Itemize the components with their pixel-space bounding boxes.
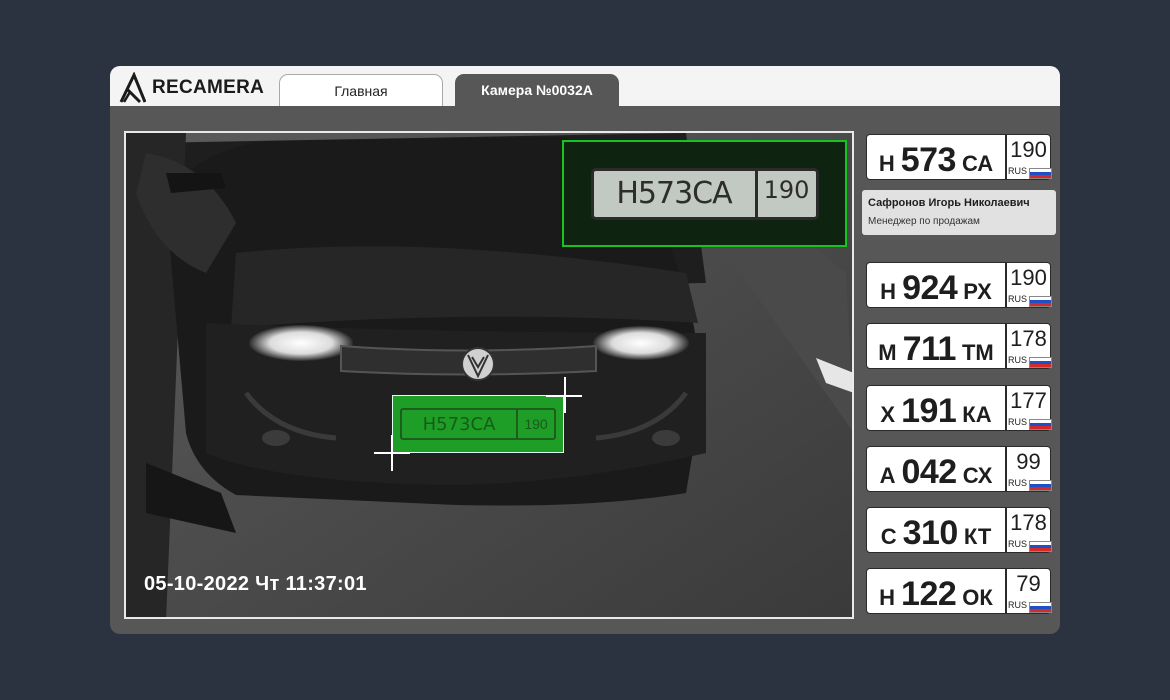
plate-number: С 310 КТ xyxy=(867,508,1007,552)
plate-body: Х 191 КА 177 RUS xyxy=(866,385,1052,431)
tab-camera[interactable]: Камера №0032А xyxy=(455,74,619,106)
plate-region-code: 177 xyxy=(1010,388,1047,413)
plate-letter: А xyxy=(879,463,896,488)
plate-number: М 711 ТМ xyxy=(867,324,1007,368)
plate-body: М 711 ТМ 178 RUS xyxy=(866,323,1052,369)
recamera-logo-icon xyxy=(119,72,146,104)
russia-flag-icon xyxy=(1029,168,1052,179)
russia-flag-icon xyxy=(1029,602,1052,613)
plate-country: RUS xyxy=(1008,166,1028,176)
detected-plate: Н573СА 190 xyxy=(400,408,556,440)
plate-region: 177 RUS xyxy=(1007,386,1052,430)
plate-letters: ОК xyxy=(962,585,993,610)
plate-region: 190 RUS xyxy=(1007,263,1052,307)
plate-letters: КТ xyxy=(963,524,992,549)
plate-digits: 573 xyxy=(900,141,957,179)
plate-number: Н 924 РХ xyxy=(867,263,1007,307)
plate-number: Н 573 СА xyxy=(867,135,1007,179)
plate-body: Н 924 РХ 190 RUS xyxy=(866,262,1052,308)
history-plate[interactable]: Н 924 РХ 190 RUS xyxy=(863,259,1054,311)
russia-flag-icon xyxy=(1029,480,1052,491)
plate-letters: КА xyxy=(962,402,992,427)
plate-region: 178 RUS xyxy=(1007,508,1052,552)
plate-country: RUS xyxy=(1008,355,1028,365)
plate-letter: М xyxy=(878,340,897,365)
tab-home[interactable]: Главная xyxy=(279,74,443,106)
russia-flag-icon xyxy=(1029,357,1052,368)
plate-region-code: 178 xyxy=(1010,326,1047,351)
brand-logo[interactable]: RECAMERA xyxy=(118,70,264,106)
plate-number: Х 191 КА xyxy=(867,386,1007,430)
plate-region-code: 190 xyxy=(1010,137,1047,162)
plate-letters: РХ xyxy=(963,279,992,304)
crosshair-top-v xyxy=(564,377,566,413)
russia-flag-icon xyxy=(1029,296,1052,307)
plate-letters: СА xyxy=(961,151,994,176)
top-bar: RECAMERA Главная Камера №0032А xyxy=(110,66,1060,106)
history-plate[interactable]: Х 191 КА 177 RUS xyxy=(863,382,1054,434)
plate-body: С 310 КТ 178 RUS xyxy=(866,507,1052,553)
plate-letters: СХ xyxy=(962,463,993,488)
plate-region: 178 RUS xyxy=(1007,324,1052,368)
russia-flag-icon xyxy=(1029,541,1052,552)
owner-card[interactable]: Сафронов Игорь Николаевич Менеджер по пр… xyxy=(862,190,1056,235)
plate-letter: Н xyxy=(879,585,896,610)
plate-country: RUS xyxy=(1008,417,1028,427)
plate-country: RUS xyxy=(1008,600,1028,610)
app-window: RECAMERA Главная Камера №0032А Н573СА 19… xyxy=(110,66,1060,634)
detected-plate-region: 190 xyxy=(516,410,554,438)
plate-region: 99 RUS xyxy=(1007,447,1052,491)
plate-digits: 711 xyxy=(902,330,957,368)
plate-region: 79 RUS xyxy=(1007,569,1052,613)
history-plate[interactable]: С 310 КТ 178 RUS xyxy=(863,504,1054,556)
plate-country: RUS xyxy=(1008,478,1028,488)
plate-body: Н 122 ОК 79 RUS xyxy=(866,568,1052,614)
history-plate[interactable]: А 042 СХ 99 RUS xyxy=(863,443,1054,495)
plate-zoom-inset: Н573СА 190 xyxy=(562,140,847,247)
plate-letter: С xyxy=(880,524,897,549)
owner-role: Менеджер по продажам xyxy=(868,216,980,227)
plate-digits: 924 xyxy=(902,269,958,307)
plate-digits: 310 xyxy=(902,514,959,552)
plate-country: RUS xyxy=(1008,539,1028,549)
history-plate[interactable]: М 711 ТМ 178 RUS xyxy=(863,320,1054,372)
plate-letter: Н xyxy=(878,151,895,176)
plate-number: Н 122 ОК xyxy=(867,569,1007,613)
plate-body: Н 573 СА 190 RUS xyxy=(866,134,1052,180)
plate-country: RUS xyxy=(1008,294,1028,304)
zoom-plate-number: Н573СА xyxy=(616,176,732,211)
plate-region-code: 99 xyxy=(1016,449,1041,474)
current-plate[interactable]: Н 573 СА 190 RUS xyxy=(863,131,1054,183)
plate-region-code: 79 xyxy=(1016,571,1041,596)
plate-detection-box[interactable]: Н573СА 190 xyxy=(392,395,564,453)
brand-name: RECAMERA xyxy=(152,77,265,98)
plate-letters: ТМ xyxy=(961,340,994,365)
plate-region: 190 RUS xyxy=(1007,135,1052,179)
plate-number: А 042 СХ xyxy=(867,447,1007,491)
detected-plate-number: Н573СА xyxy=(422,413,496,435)
plate-region-code: 190 xyxy=(1010,265,1047,290)
zoom-plate-region: 190 xyxy=(754,170,816,217)
camera-feed[interactable]: Н573СА 190 Н573СА 190 05-10-2022 Чт 11:3… xyxy=(124,131,854,619)
russia-flag-icon xyxy=(1029,419,1052,430)
crosshair-bottom-v xyxy=(391,435,393,471)
plate-digits: 191 xyxy=(901,392,957,430)
plate-digits: 122 xyxy=(901,575,957,613)
history-plate[interactable]: Н 122 ОК 79 RUS xyxy=(863,565,1054,617)
camera-timestamp: 05-10-2022 Чт 11:37:01 xyxy=(144,573,367,595)
plate-body: А 042 СХ 99 RUS xyxy=(866,446,1052,492)
plate-digits: 042 xyxy=(901,453,957,491)
plate-region-code: 178 xyxy=(1010,510,1047,535)
owner-name: Сафронов Игорь Николаевич xyxy=(868,197,1030,209)
zoom-plate: Н573СА 190 xyxy=(590,167,819,220)
plate-letter: Х xyxy=(880,402,896,427)
plate-letter: Н xyxy=(880,279,897,304)
